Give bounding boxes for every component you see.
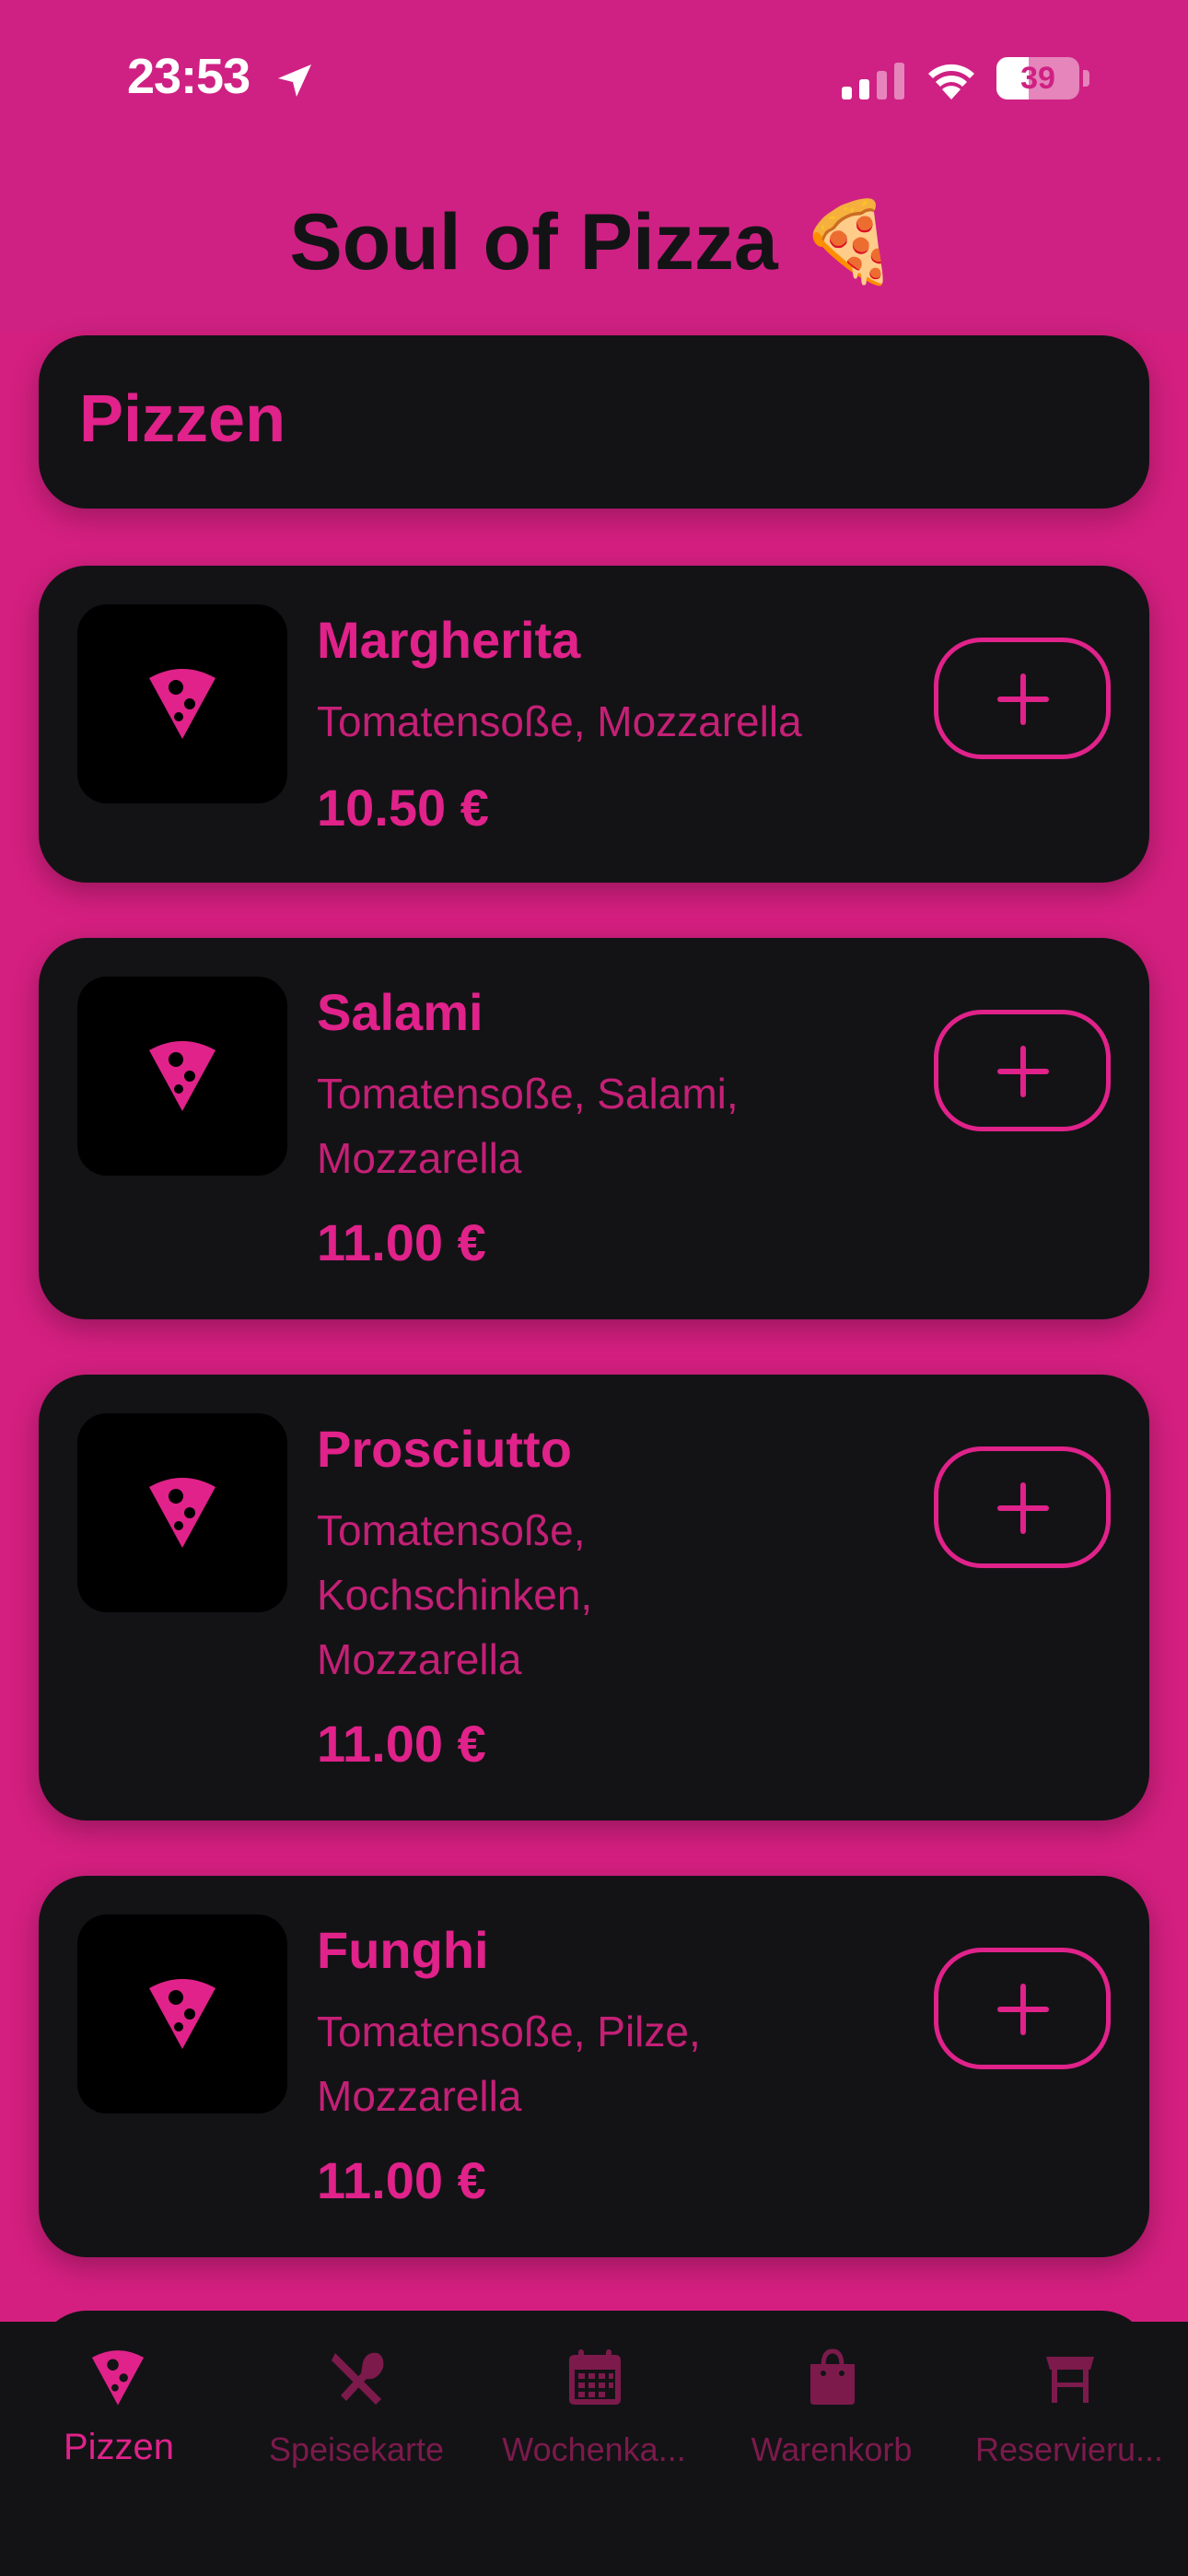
pizza-slice-icon — [149, 1041, 215, 1111]
table-icon — [1046, 2357, 1094, 2403]
tab-reservierung[interactable]: Reservieru... — [950, 2322, 1188, 2506]
item-description: Tomatensoße, Mozzarella — [317, 697, 802, 745]
section-title: Pizzen — [79, 382, 286, 456]
item-name: Margherita — [317, 611, 581, 669]
menu-item-card: Funghi Tomatensoße, Pilze, Mozzarella 11… — [39, 1876, 1149, 2257]
plus-icon — [997, 1046, 1049, 1097]
app-header: Soul of Pizza 🍕 — [0, 157, 1188, 332]
wifi-icon — [928, 64, 974, 100]
item-price: 11.00 € — [317, 1213, 486, 1271]
pizza-slice-icon — [149, 1979, 215, 2049]
item-name: Prosciutto — [317, 1420, 572, 1478]
item-description: Tomatensoße, Pilze, Mozzarella — [317, 2008, 701, 2120]
status-bar: 23:53 39 — [0, 0, 1188, 157]
add-to-cart-button[interactable] — [934, 638, 1111, 759]
location-arrow-icon — [278, 64, 311, 97]
tab-label: Warenkorb — [751, 2430, 913, 2468]
status-time: 23:53 — [127, 49, 250, 104]
item-name: Salami — [317, 983, 483, 1041]
battery-cap — [1083, 70, 1089, 87]
tab-bar: Pizzen Speisekarte Wochenka... Warenkorb… — [0, 2322, 1188, 2576]
plus-icon — [997, 673, 1049, 725]
item-thumbnail — [77, 977, 287, 1176]
tab-pizzen[interactable]: Pizzen — [0, 2322, 238, 2506]
shopping-bag-icon — [810, 2348, 855, 2405]
item-price: 11.00 € — [317, 2151, 486, 2209]
fork-knife-icon — [332, 2352, 384, 2405]
item-thumbnail — [77, 1413, 287, 1612]
tab-label: Speisekarte — [268, 2430, 445, 2468]
add-to-cart-button[interactable] — [934, 1010, 1111, 1131]
item-name: Funghi — [317, 1921, 489, 1979]
tab-label: Reservieru... — [974, 2430, 1164, 2468]
battery-icon: 39 — [996, 57, 1079, 100]
item-price: 11.00 € — [317, 1715, 486, 1773]
item-price: 10.50 € — [317, 779, 489, 837]
tab-label: Wochenka... — [502, 2430, 686, 2468]
item-thumbnail — [77, 1914, 287, 2113]
item-description: Tomatensoße, Salami, Mozzarella — [317, 1070, 739, 1182]
tab-label: Pizzen — [63, 2427, 175, 2467]
battery-level: 39 — [1020, 61, 1055, 96]
cellular-signal-icon — [842, 63, 904, 100]
plus-icon — [997, 1482, 1049, 1534]
item-thumbnail — [77, 604, 287, 803]
pizza-slice-icon — [91, 2350, 145, 2406]
calendar-icon — [569, 2349, 621, 2405]
pizza-slice-icon — [149, 1478, 215, 1548]
tab-wochenkarte[interactable]: Wochenka... — [475, 2322, 713, 2506]
menu-item-card: Margherita Tomatensoße, Mozzarella 10.50… — [39, 566, 1149, 883]
tab-warenkorb[interactable]: Warenkorb — [713, 2322, 950, 2506]
app-title: Soul of Pizza 🍕 — [289, 198, 899, 287]
plus-icon — [997, 1984, 1049, 2035]
add-to-cart-button[interactable] — [934, 1948, 1111, 2069]
section-header-card: Pizzen — [39, 335, 1149, 509]
tab-speisekarte[interactable]: Speisekarte — [238, 2322, 475, 2506]
menu-item-card: Prosciutto Tomatensoße, Kochschinken, Mo… — [39, 1375, 1149, 1821]
pizza-slice-icon — [149, 669, 215, 739]
add-to-cart-button[interactable] — [934, 1446, 1111, 1568]
menu-item-card: Salami Tomatensoße, Salami, Mozzarella 1… — [39, 938, 1149, 1319]
item-description: Tomatensoße, Kochschinken, Mozzarella — [317, 1506, 593, 1683]
